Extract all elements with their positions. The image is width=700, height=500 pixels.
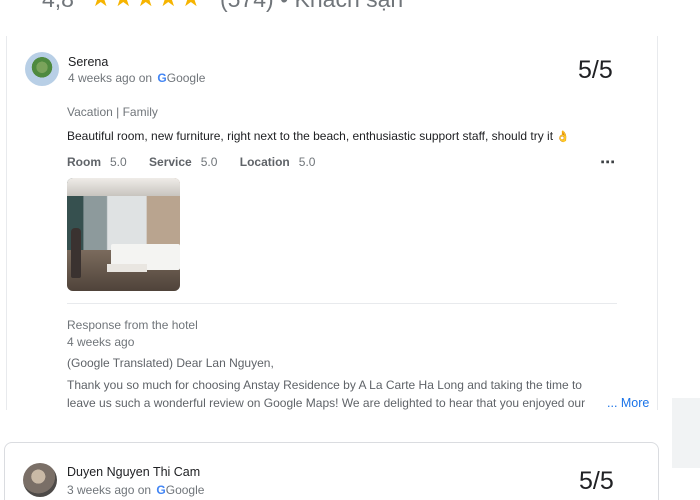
response-text-line: Thank you so much for choosing Anstay Re… [67,378,582,392]
avatar[interactable] [25,52,59,86]
review-score: 5/5 [578,56,613,84]
response-title: Response from the hotel [67,318,198,332]
response-greeting: (Google Translated) Dear Lan Nguyen, [67,356,274,370]
overall-rating: 4,8 [42,0,74,13]
review-meta: 3 weeks ago on GGoogle [67,483,204,497]
more-link[interactable]: ... More [607,396,649,410]
subrating-label-service: Service [149,155,192,169]
trip-type: Vacation | Family [67,105,158,119]
google-icon: G [156,483,166,497]
review-time: 4 weeks ago on [68,71,153,85]
response-text-line: leave us such a wonderful review on Goog… [67,396,586,410]
review-score: 5/5 [579,467,614,495]
subrating-label-location: Location [239,155,290,169]
star-rating-icon: ★★★★★ [90,0,203,13]
subratings: Room 5.0 Service 5.0 Location 5.0 [67,155,334,169]
divider [67,303,617,304]
avatar[interactable] [23,463,57,497]
review-photo[interactable] [67,178,180,291]
review-source: Google [165,483,205,497]
google-icon: G [157,71,167,85]
ok-hand-icon: 👌 [556,131,571,143]
more-options-icon[interactable]: ⋯ [600,155,616,170]
subrating-value-location: 5.0 [298,155,316,169]
review-count-category: (574) • Khách sạn [220,0,403,13]
rating-summary: 4,8 ★★★★★ (574) • Khách sạn [0,0,700,20]
review-card: Duyen Nguyen Thi Cam 3 weeks ago on GGoo… [4,442,659,500]
subrating-label-room: Room [67,155,101,169]
review-meta: 4 weeks ago on GGoogle [68,71,205,85]
review-source: Google [166,71,206,85]
reviewer-name[interactable]: Serena [68,55,108,69]
review-card: Serena 4 weeks ago on GGoogle 5/5 Vacati… [6,36,658,410]
subrating-value-service: 5.0 [200,155,218,169]
subrating-value-room: 5.0 [110,155,127,169]
review-time: 3 weeks ago on [67,483,152,497]
review-text: Beautiful room, new furniture, right nex… [67,129,570,143]
reviewer-name[interactable]: Duyen Nguyen Thi Cam [67,465,200,479]
scrollbar[interactable] [672,398,700,468]
response-date: 4 weeks ago [67,335,135,349]
review-text-body: Beautiful room, new furniture, right nex… [67,129,554,143]
